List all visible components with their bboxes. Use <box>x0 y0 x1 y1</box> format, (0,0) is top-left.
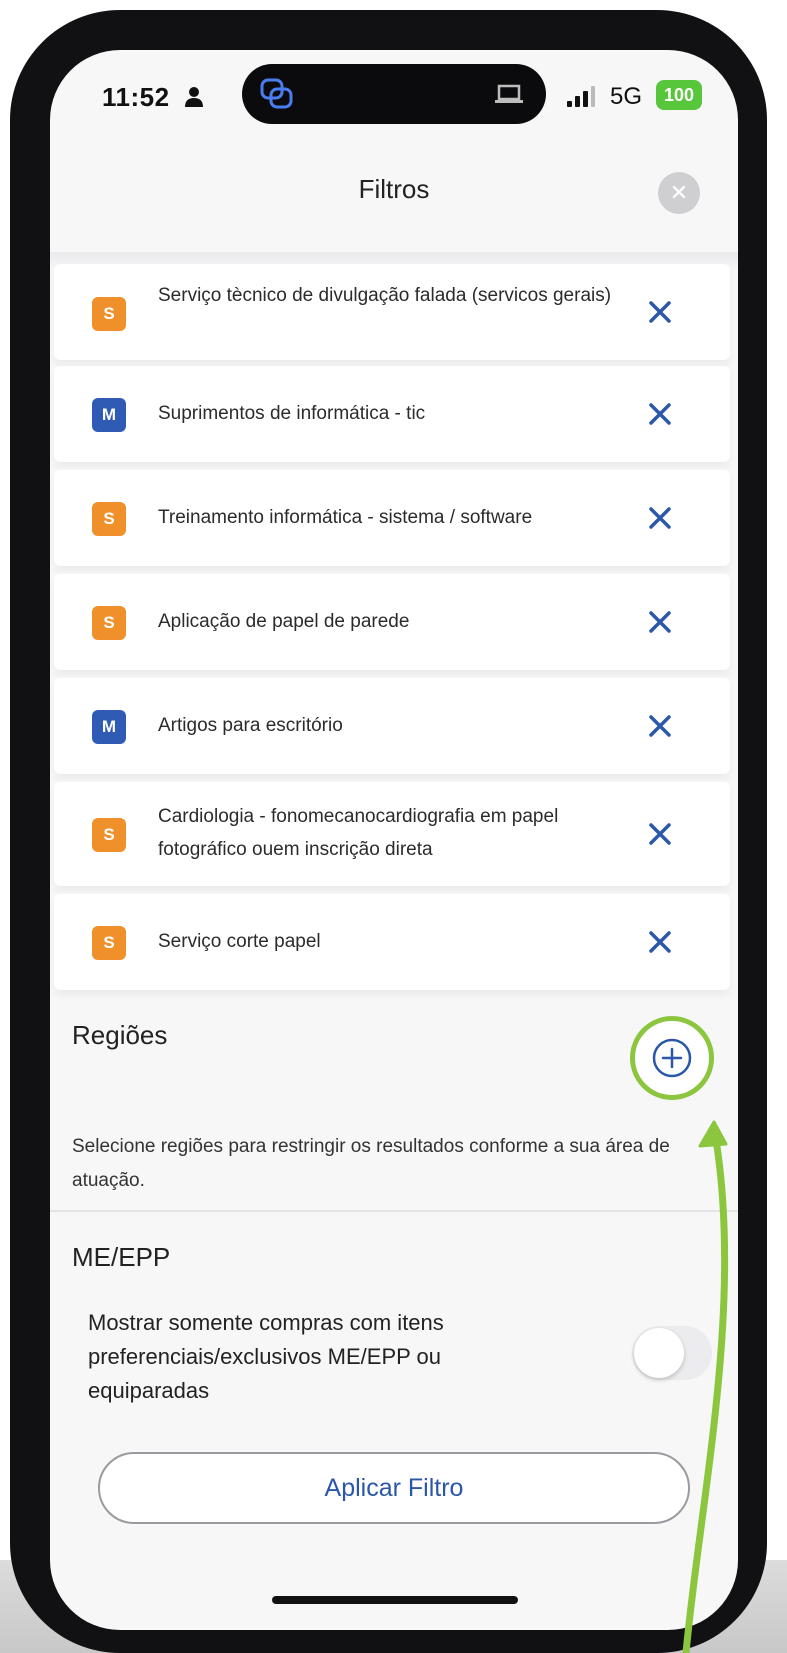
list-item: S Aplicação de papel de parede <box>54 574 730 670</box>
list-item: S Treinamento informática - sistema / so… <box>54 470 730 566</box>
regioes-description: Selecione regiões para restringir os res… <box>72 1136 670 1191</box>
screen-mirroring-icon <box>260 78 293 109</box>
activity-label: Serviço tècnico de divulgação falada (se… <box>158 285 612 306</box>
category-badge: S <box>92 502 126 536</box>
category-badge: S <box>92 818 126 852</box>
signal-icon <box>567 86 595 107</box>
me-epp-toggle[interactable] <box>632 1326 712 1380</box>
remove-icon[interactable] <box>644 398 676 430</box>
me-epp-toggle-label: Mostrar somente compras com itens prefer… <box>88 1310 444 1403</box>
laptop-icon <box>495 84 523 103</box>
category-badge: M <box>92 398 126 432</box>
category-badge: S <box>92 606 126 640</box>
me-epp-title: ME/EPP <box>72 1242 171 1272</box>
phone-screen: 11:52 5G 100 Filtros ✕ S Serviço tècnico… <box>50 50 738 1630</box>
remove-icon[interactable] <box>644 926 676 958</box>
list-item: M Artigos para escritório <box>54 678 730 774</box>
home-indicator <box>272 1596 518 1604</box>
status-bar: 11:52 5G 100 <box>50 50 738 160</box>
remove-icon[interactable] <box>644 606 676 638</box>
category-badge: S <box>92 926 126 960</box>
add-region-button[interactable] <box>651 1037 693 1079</box>
list-item: S Serviço tècnico de divulgação falada (… <box>54 264 730 360</box>
sheet-title: Filtros <box>358 174 430 204</box>
category-badge: S <box>92 297 126 331</box>
status-time: 11:52 <box>102 82 170 112</box>
apply-filter-button[interactable]: Aplicar Filtro <box>98 1452 690 1524</box>
battery-indicator: 100 <box>656 80 702 110</box>
category-badge: M <box>92 710 126 744</box>
toggle-knob <box>634 1328 684 1378</box>
activity-label: Artigos para escritório <box>158 715 343 736</box>
remove-icon[interactable] <box>644 710 676 742</box>
remove-icon[interactable] <box>644 296 676 328</box>
activity-label: Cardiologia - fonomecanocardiografia em … <box>158 806 559 860</box>
activity-label: Treinamento informática - sistema / soft… <box>158 507 533 528</box>
activity-label: Aplicação de papel de parede <box>158 611 410 632</box>
close-button[interactable]: ✕ <box>658 172 700 214</box>
dynamic-island <box>242 64 546 124</box>
person-icon <box>185 87 203 107</box>
list-item: S Cardiologia - fonomecanocardiografia e… <box>54 782 730 886</box>
activity-label: Suprimentos de informática - tic <box>158 403 426 424</box>
section-divider <box>50 1210 738 1212</box>
remove-icon[interactable] <box>644 818 676 850</box>
phone-frame: 11:52 5G 100 Filtros ✕ S Serviço tècnico… <box>10 10 767 1653</box>
add-button-highlight <box>630 1016 714 1100</box>
network-type: 5G <box>610 83 643 110</box>
close-icon: ✕ <box>669 180 689 205</box>
remove-icon[interactable] <box>644 502 676 534</box>
list-item: M Suprimentos de informática - tic <box>54 366 730 462</box>
activity-label: Serviço corte papel <box>158 931 321 952</box>
regioes-title: Regiões <box>72 1020 168 1050</box>
list-item: S Serviço corte papel <box>54 894 730 990</box>
